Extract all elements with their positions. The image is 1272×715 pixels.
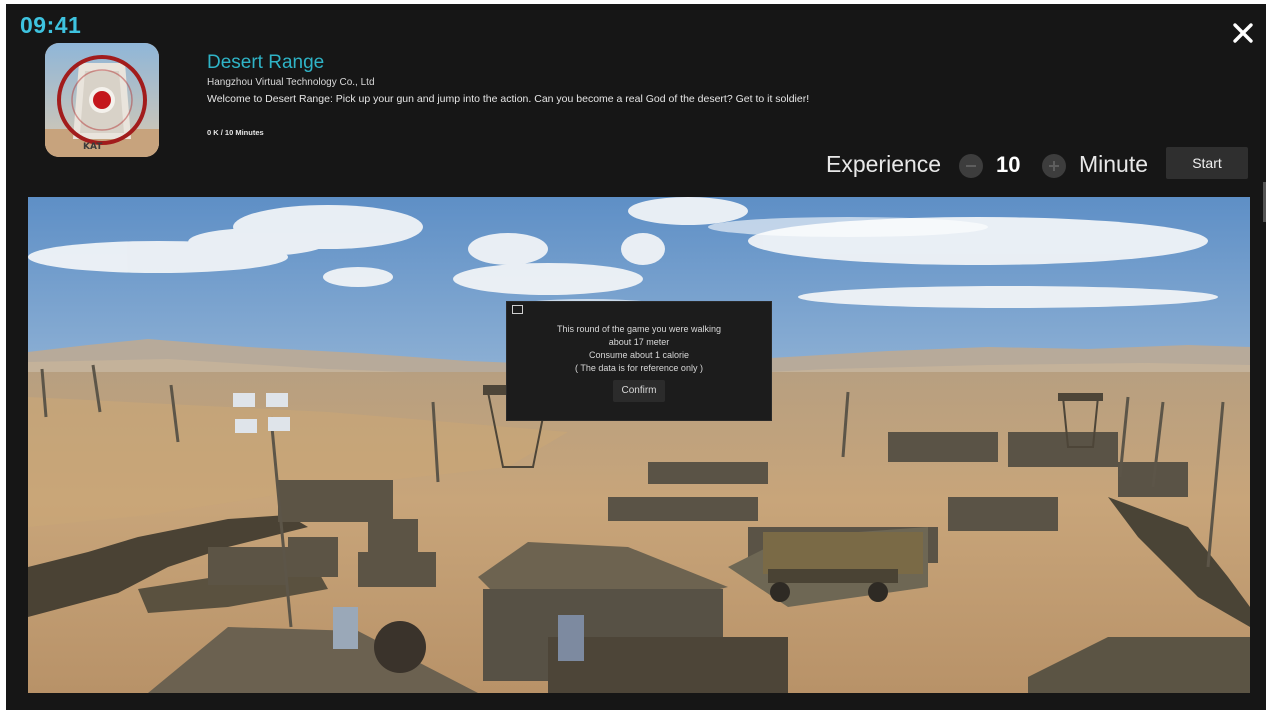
dialog-line: Consume about 1 calorie — [588, 350, 690, 360]
confirm-button[interactable]: Confirm — [613, 380, 665, 402]
app-icon: KAT — [45, 43, 159, 157]
desert-scene-image — [28, 197, 1250, 693]
experience-label: Experience — [826, 151, 942, 177]
app-icon-label: KAT — [83, 142, 103, 152]
app-size-duration: 0 K / 10 Minutes — [207, 128, 264, 137]
dialog-line: ( The data is for reference only ) — [575, 363, 703, 373]
dialog-line: about 17 meter — [608, 337, 670, 347]
clock-time: 09:41 — [20, 12, 82, 38]
game-preview — [28, 197, 1250, 693]
scrollbar[interactable] — [1263, 182, 1266, 222]
app-developer: Hangzhou Virtual Technology Co., Ltd — [207, 77, 375, 88]
minus-button[interactable] — [959, 154, 983, 178]
plus-icon — [1049, 161, 1059, 171]
minute-label: Minute — [1079, 151, 1149, 177]
dialog-message: This round of the game you were walking … — [507, 323, 771, 375]
minus-icon — [966, 165, 976, 167]
app-title: Desert Range — [207, 52, 325, 73]
close-icon[interactable] — [1230, 20, 1256, 46]
plus-button[interactable] — [1042, 154, 1066, 178]
minute-value: 10 — [996, 152, 1021, 177]
dialog-icon — [512, 305, 523, 314]
result-dialog: This round of the game you were walking … — [506, 301, 772, 421]
app-window: 09:41 KAT Desert Range Hangzhou Virtual … — [6, 4, 1266, 710]
dialog-line: This round of the game you were walking — [556, 324, 722, 334]
start-button[interactable]: Start — [1166, 147, 1248, 179]
app-description: Welcome to Desert Range: Pick up your gu… — [207, 93, 810, 105]
